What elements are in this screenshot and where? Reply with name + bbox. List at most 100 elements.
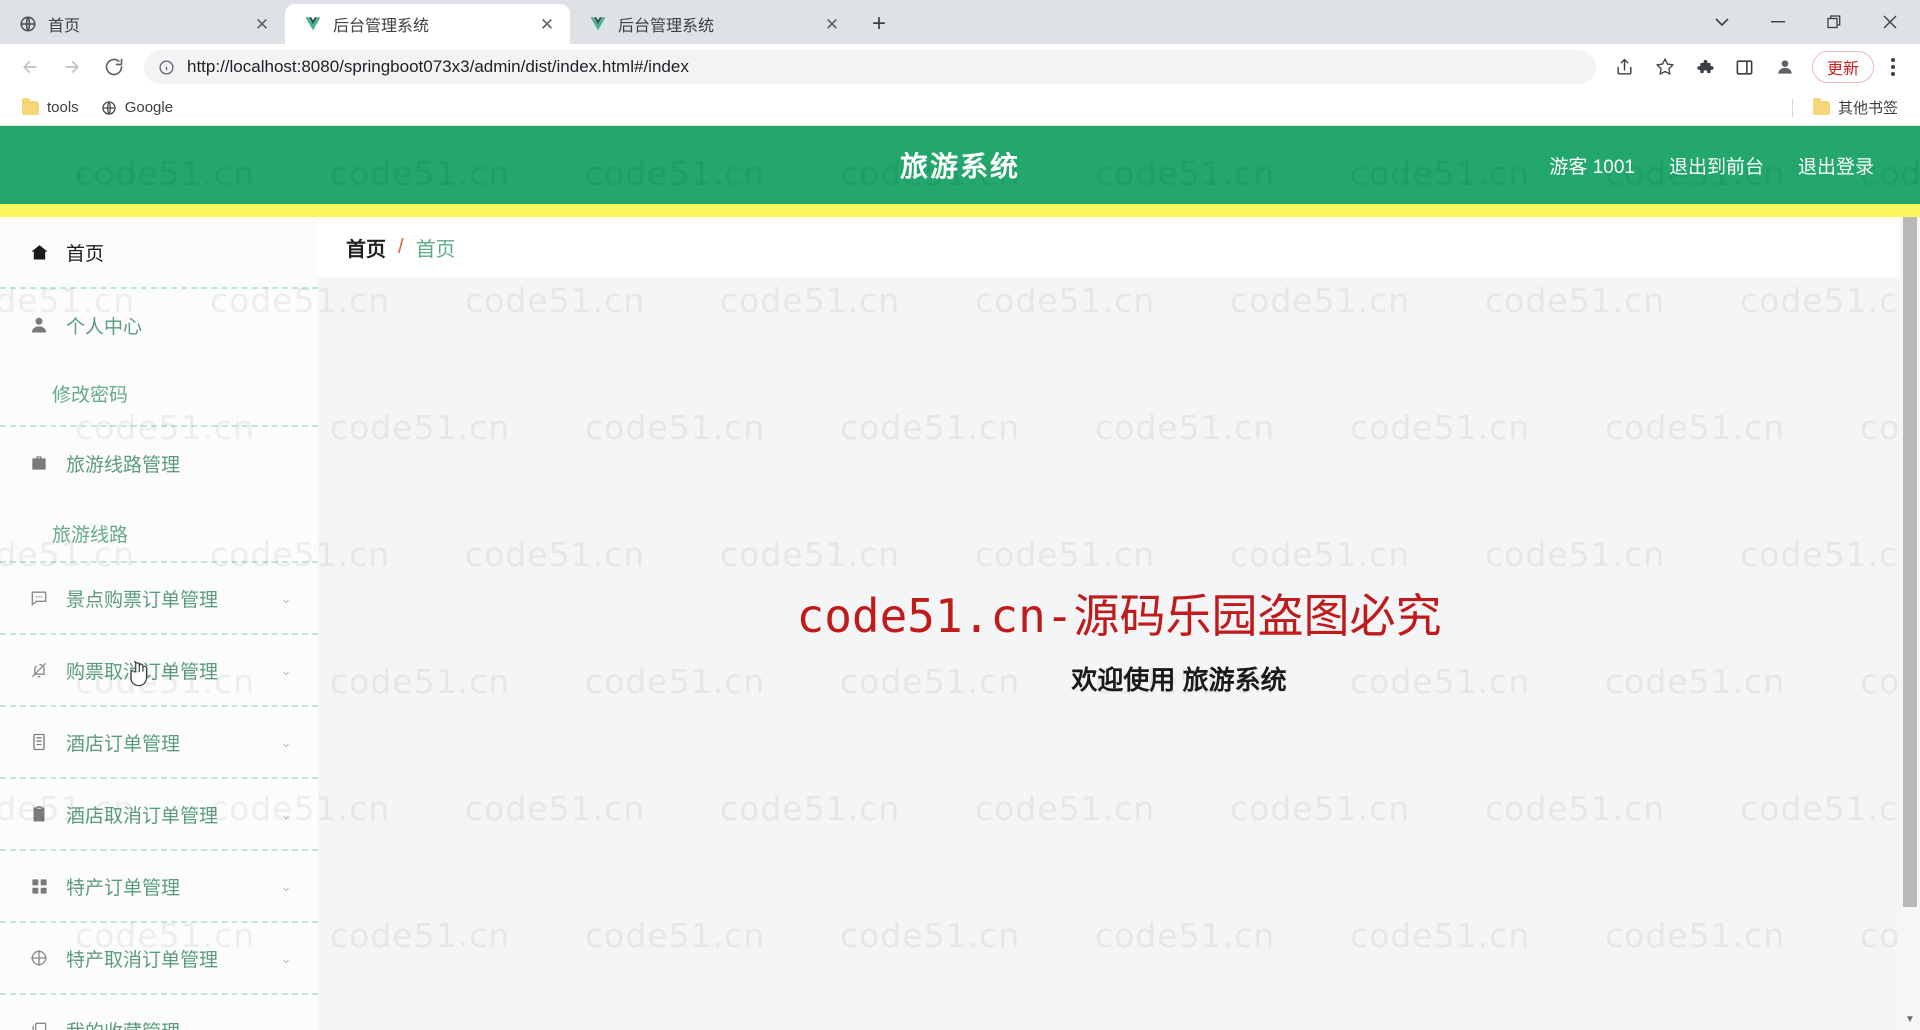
site-info-icon[interactable] xyxy=(158,59,175,76)
tab-title: 后台管理系统 xyxy=(618,18,715,35)
folder-icon xyxy=(1812,97,1830,115)
vue-icon xyxy=(303,14,323,34)
sidebar-item-label: 旅游线路管理 xyxy=(66,454,181,476)
document-icon xyxy=(28,731,50,753)
sidebar-item-scenic-ticket-orders[interactable]: 景点购票订单管理 ⌄ xyxy=(0,563,318,635)
address-bar[interactable]: http://localhost:8080/springboot073x3/ad… xyxy=(144,50,1596,84)
sidebar-item-label: 景点购票订单管理 xyxy=(66,589,219,611)
browser-window: 首页 ✕ 后台管理系统 ✕ 后台管理系统 ✕ + http://localhos… xyxy=(0,0,1920,1030)
sidebar-submenu-personal-center: 修改密码 xyxy=(0,361,318,427)
maximize-icon[interactable] xyxy=(1806,0,1862,44)
chevron-down-icon[interactable]: ⌄ xyxy=(280,878,292,895)
breadcrumb-root[interactable]: 首页 xyxy=(346,233,386,262)
sidebar-item-label: 个人中心 xyxy=(66,316,143,338)
user-icon xyxy=(28,314,50,336)
vue-icon xyxy=(588,14,608,34)
close-icon[interactable] xyxy=(1862,0,1918,44)
sidebar-item-tour-route[interactable]: 旅游线路管理 xyxy=(0,427,318,499)
bookmark-star-icon[interactable] xyxy=(1646,48,1684,86)
bookmarks-divider xyxy=(1791,98,1793,117)
sidebar-item-label: 购票取消订单管理 xyxy=(66,657,264,684)
sidebar-item-label: 特产取消订单管理 xyxy=(66,949,219,971)
chevron-down-icon[interactable]: ⌄ xyxy=(280,1022,292,1030)
scrollbar-thumb[interactable] xyxy=(1903,217,1917,907)
breadcrumb: 首页 / 首页 xyxy=(318,217,1904,277)
briefcase-icon xyxy=(28,452,50,474)
menu-dot xyxy=(1891,65,1895,69)
sidebar-item-hotel-cancel-orders[interactable]: 酒店取消订单管理 ⌄ xyxy=(0,779,318,851)
sidebar-item-specialty-orders[interactable]: 特产订单管理 ⌄ xyxy=(0,851,318,923)
bookmark-google[interactable]: Google xyxy=(93,95,181,120)
sidebar-item-ticket-cancel-orders[interactable]: 购票取消订单管理 ⌄ xyxy=(0,635,318,707)
sidebar-item-label: 特产订单管理 xyxy=(66,877,181,899)
sidebar-item-specialty-cancel-orders[interactable]: 特产取消订单管理 ⌄ xyxy=(0,923,318,995)
browser-tab-2[interactable]: 后台管理系统 ✕ xyxy=(570,4,855,44)
sidebar-item-hotel-orders[interactable]: 酒店订单管理 ⌄ xyxy=(0,707,318,779)
forward-icon[interactable] xyxy=(52,47,92,87)
chevron-down-icon[interactable]: ⌄ xyxy=(280,734,292,751)
globe-icon xyxy=(101,100,117,116)
url-text: http://localhost:8080/springboot073x3/ad… xyxy=(187,57,689,76)
sidebar-subitem-tour-route[interactable]: 旅游线路 xyxy=(0,499,318,551)
reload-icon[interactable] xyxy=(94,47,134,87)
folder-icon xyxy=(22,97,39,115)
app-title: 旅游系统 xyxy=(899,151,1020,182)
browser-toolbar: http://localhost:8080/springboot073x3/ad… xyxy=(0,44,1920,90)
bookmark-tools[interactable]: tools xyxy=(14,95,87,120)
window-controls xyxy=(1694,0,1920,44)
minimize-icon[interactable] xyxy=(1750,0,1806,44)
tab-close-button[interactable]: ✕ xyxy=(821,13,843,35)
sidebar-item-home[interactable]: 首页 xyxy=(0,217,318,289)
update-button[interactable]: 更新 xyxy=(1811,51,1874,83)
copy-icon xyxy=(28,1019,50,1030)
mouse-cursor xyxy=(126,659,152,694)
welcome-block: code51.cn-源码乐园盗图必究 欢迎使用 旅游系统 xyxy=(797,580,1442,697)
header-back-to-front[interactable]: 退出到前台 xyxy=(1669,152,1764,179)
tab-title: 后台管理系统 xyxy=(333,18,430,35)
breadcrumb-current: 首页 xyxy=(415,238,456,261)
chevron-down-icon[interactable]: ⌄ xyxy=(280,950,292,967)
tab-close-button[interactable]: ✕ xyxy=(536,13,558,35)
browser-tab-0[interactable]: 首页 ✕ xyxy=(0,4,285,44)
breadcrumb-separator: / xyxy=(398,235,404,258)
bell-off-icon xyxy=(28,659,50,681)
page-viewport: 旅游系统 游客 1001 退出到前台 退出登录 首页 个人中心 修改密码 旅游线… xyxy=(0,126,1920,1030)
update-label: 更新 xyxy=(1826,61,1859,78)
target-icon xyxy=(28,947,50,969)
header-logout[interactable]: 退出登录 xyxy=(1798,152,1874,179)
chevron-down-icon[interactable]: ⌄ xyxy=(280,590,292,607)
tab-title: 首页 xyxy=(48,18,81,35)
share-icon[interactable] xyxy=(1606,48,1644,86)
menu-dot xyxy=(1891,72,1895,76)
sidebar-item-personal-center[interactable]: 个人中心 xyxy=(0,289,318,361)
sidebar-item-my-favorites[interactable]: 我的收藏管理 ⌄ xyxy=(0,995,318,1030)
clipboard-icon xyxy=(28,803,50,825)
new-tab-button[interactable]: + xyxy=(861,6,897,42)
profile-icon[interactable] xyxy=(1766,48,1804,86)
other-bookmarks-label: 其他书签 xyxy=(1837,100,1898,117)
home-icon xyxy=(28,241,50,263)
tab-close-button[interactable]: ✕ xyxy=(251,13,273,35)
app-body: 首页 个人中心 修改密码 旅游线路管理 旅游线路 景点购票订单管理 ⌄ ⌄ 酒店… xyxy=(0,217,1920,1030)
scroll-down-arrow[interactable]: ▼ xyxy=(1900,1010,1920,1028)
sidebar-item-label: 酒店取消订单管理 xyxy=(66,805,219,827)
globe-icon xyxy=(18,14,38,34)
content-stage: code51.cn-源码乐园盗图必究 欢迎使用 旅游系统 xyxy=(318,277,1920,1030)
page-scrollbar[interactable]: ▼ xyxy=(1900,217,1920,1030)
chevron-down-icon[interactable]: ⌄ xyxy=(280,662,292,679)
header-user-name[interactable]: 游客 1001 xyxy=(1549,152,1635,179)
sidebar-subitem-change-password[interactable]: 修改密码 xyxy=(0,361,318,425)
extensions-puzzle-icon[interactable] xyxy=(1686,48,1724,86)
browser-tab-1[interactable]: 后台管理系统 ✕ xyxy=(285,4,570,44)
browser-menu-icon[interactable] xyxy=(1876,48,1910,86)
sidebar-submenu-tour-route: 旅游线路 xyxy=(0,499,318,563)
back-icon[interactable] xyxy=(10,47,50,87)
red-watermark-text: code51.cn-源码乐园盗图必究 xyxy=(796,589,1442,643)
bookmark-label: Google xyxy=(124,99,174,116)
other-bookmarks-button[interactable]: 其他书签 xyxy=(1805,93,1906,122)
side-panel-icon[interactable] xyxy=(1726,48,1764,86)
chevron-down-icon[interactable]: ⌄ xyxy=(280,806,292,823)
accent-bar xyxy=(0,204,1920,217)
sidebar-item-label: 首页 xyxy=(66,243,105,265)
tab-search-icon[interactable] xyxy=(1694,0,1750,44)
